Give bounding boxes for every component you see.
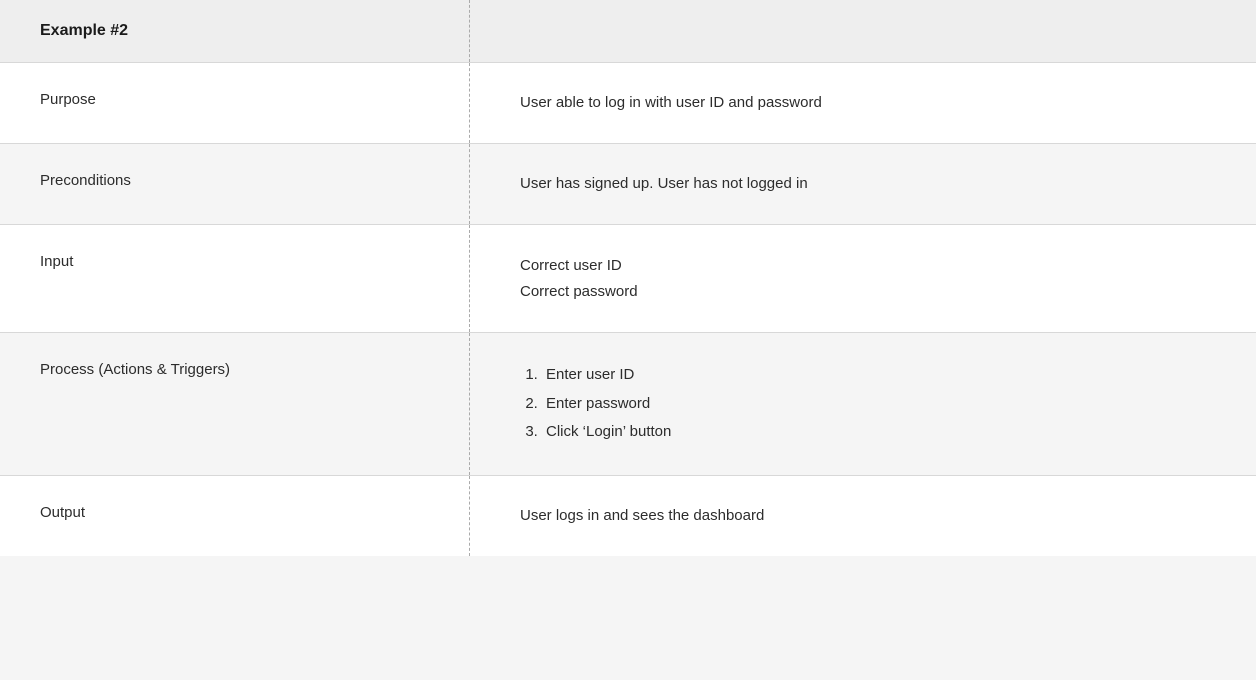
output-value-col: User logs in and sees the dashboard [470, 476, 1256, 556]
process-value: Enter user ID Enter password Click ‘Logi… [520, 361, 1216, 447]
process-value-col: Enter user ID Enter password Click ‘Logi… [470, 333, 1256, 475]
process-list-item-1: Enter user ID [542, 361, 1216, 390]
table-row: Input Correct user ID Correct password [0, 225, 1256, 333]
output-label: Output [40, 504, 85, 521]
purpose-value-col: User able to log in with user ID and pas… [470, 63, 1256, 143]
input-value: Correct user ID Correct password [520, 253, 1216, 304]
output-label-col: Output [0, 476, 470, 556]
header-left-col: Example #2 [0, 0, 470, 62]
process-label-col: Process (Actions & Triggers) [0, 333, 470, 475]
input-line-1: Correct user ID [520, 253, 1216, 279]
input-line-2: Correct password [520, 279, 1216, 305]
table-row: Preconditions User has signed up. User h… [0, 144, 1256, 225]
header-row: Example #2 [0, 0, 1256, 63]
input-value-col: Correct user ID Correct password [470, 225, 1256, 332]
preconditions-value: User has signed up. User has not logged … [520, 172, 1216, 196]
purpose-label: Purpose [40, 91, 96, 108]
table-row: Process (Actions & Triggers) Enter user … [0, 333, 1256, 476]
table-row: Purpose User able to log in with user ID… [0, 63, 1256, 144]
table-row: Output User logs in and sees the dashboa… [0, 476, 1256, 556]
process-label: Process (Actions & Triggers) [40, 361, 230, 378]
output-value: User logs in and sees the dashboard [520, 504, 1216, 528]
table-title: Example #2 [40, 22, 128, 39]
purpose-value: User able to log in with user ID and pas… [520, 91, 1216, 115]
preconditions-label-col: Preconditions [0, 144, 470, 224]
purpose-label-col: Purpose [0, 63, 470, 143]
table-container: Example #2 Purpose User able to log in w… [0, 0, 1256, 556]
preconditions-label: Preconditions [40, 172, 131, 189]
process-list-item-2: Enter password [542, 390, 1216, 419]
preconditions-value-col: User has signed up. User has not logged … [470, 144, 1256, 224]
process-list-item-3: Click ‘Login’ button [542, 418, 1216, 447]
header-right-col [470, 0, 1256, 62]
input-label-col: Input [0, 225, 470, 332]
process-list: Enter user ID Enter password Click ‘Logi… [520, 361, 1216, 447]
input-label: Input [40, 253, 73, 270]
